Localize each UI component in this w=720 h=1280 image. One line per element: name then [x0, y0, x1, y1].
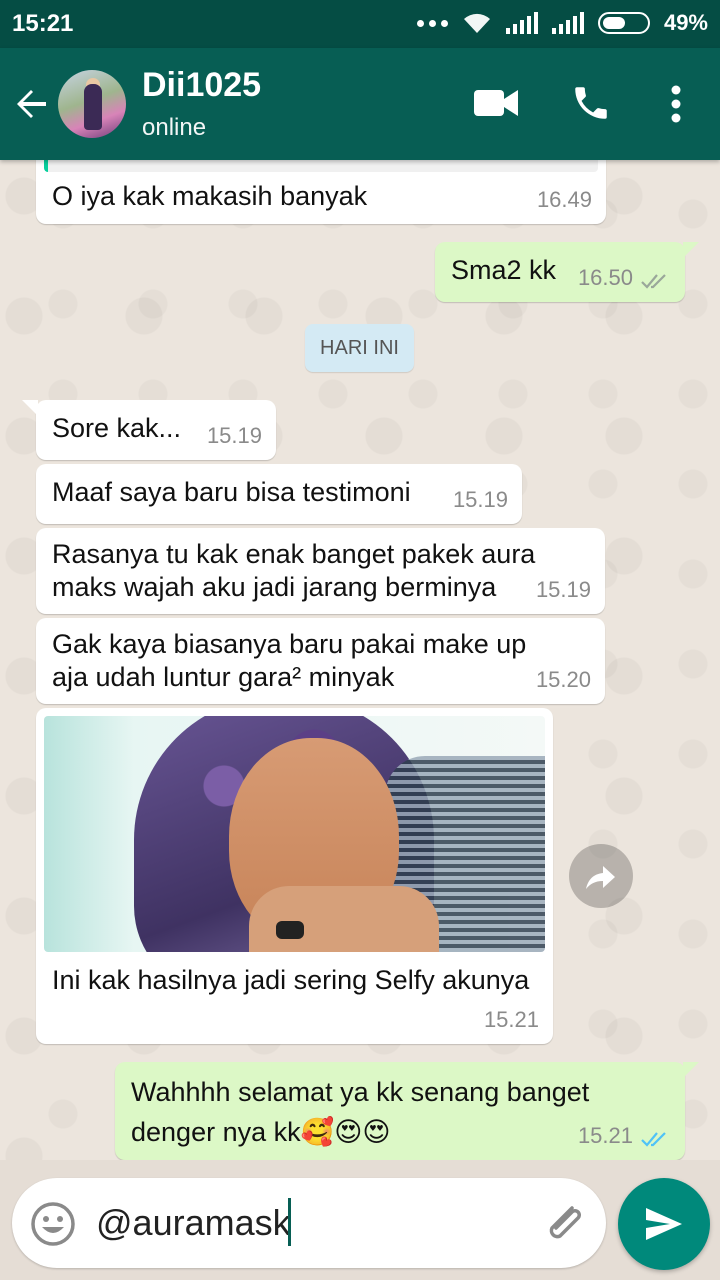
read-ticks-icon: [641, 1132, 666, 1147]
chat-header: Dii1025 online: [0, 48, 720, 160]
wifi-icon: [463, 13, 490, 33]
message-text: Maaf saya baru bisa testimoni: [52, 477, 411, 507]
message-bubble-outgoing[interactable]: Sma2 kk 16.50: [435, 242, 699, 302]
contact-presence: online: [142, 114, 207, 141]
attach-icon[interactable]: [542, 1202, 586, 1244]
message-text: O iya kak makasih banyak: [52, 181, 368, 211]
message-bubble-incoming[interactable]: O iya kak makasih banyak 16.49: [36, 160, 606, 224]
message-time: 15.19: [206, 423, 262, 448]
emoji-icon[interactable]: [30, 1201, 76, 1247]
signal-icon-sim2: [551, 12, 584, 34]
chat-thread[interactable]: O iya kak makasih banyak 16.49 Sma2 kk 1…: [0, 160, 720, 1160]
battery-icon: [597, 12, 650, 34]
message-time: 15.19: [452, 487, 508, 512]
message-time: 15.21: [483, 1007, 539, 1032]
message-time: 16.50: [577, 265, 633, 290]
message-bubble-incoming[interactable]: Gak kaya biasanya baru pakai make up aja…: [36, 618, 605, 704]
image-caption: Ini kak hasilnya jadi sering Selfy akuny…: [52, 965, 530, 995]
message-text: Gak kaya biasanya baru pakai make up aja…: [52, 629, 527, 692]
message-time: 16.49: [536, 187, 592, 212]
message-bubble-outgoing[interactable]: Wahhhh selamat ya kk senang banget denge…: [115, 1062, 699, 1160]
shared-photo[interactable]: [44, 716, 545, 952]
message-time: 15.19: [535, 577, 591, 602]
status-icons: 49%: [416, 10, 708, 36]
voice-call-icon[interactable]: [570, 82, 612, 124]
message-input[interactable]: [96, 1200, 516, 1246]
forward-icon: [586, 866, 615, 889]
day-separator: HARI INI: [305, 324, 414, 372]
status-time: 15:21: [12, 10, 74, 37]
signal-icon-sim1: [505, 12, 538, 34]
send-icon: [646, 1208, 682, 1240]
status-bar: 15:21 49%: [0, 0, 720, 48]
text-caret: [288, 1198, 291, 1246]
message-bubble-incoming-image[interactable]: Ini kak hasilnya jadi sering Selfy akuny…: [36, 708, 553, 1044]
overflow-menu-icon[interactable]: [668, 84, 684, 124]
message-composer: [12, 1178, 606, 1268]
contact-avatar[interactable]: [58, 70, 126, 138]
message-bubble-incoming[interactable]: Sore kak... 15.19: [22, 400, 276, 460]
forward-button[interactable]: [569, 844, 633, 908]
contact-name[interactable]: Dii1025: [142, 66, 261, 105]
message-bubble-incoming[interactable]: Maaf saya baru bisa testimoni 15.19: [36, 464, 522, 524]
back-arrow-icon[interactable]: [14, 86, 50, 122]
message-bubble-incoming[interactable]: Rasanya tu kak enak banget pakek aura ma…: [36, 528, 605, 614]
message-text: Rasanya tu kak enak banget pakek aura ma…: [52, 539, 536, 602]
more-notifications-icon: [416, 19, 448, 27]
quoted-message-preview: [44, 160, 598, 172]
message-text: Sore kak...: [52, 413, 182, 443]
battery-percent: 49%: [663, 10, 708, 35]
delivered-ticks-icon: [641, 274, 666, 289]
message-time: 15.20: [535, 667, 591, 692]
message-text: Sma2 kk: [451, 255, 557, 285]
send-button[interactable]: [618, 1178, 710, 1270]
video-call-icon[interactable]: [474, 88, 518, 118]
message-text: Wahhhh selamat ya kk senang banget denge…: [131, 1077, 590, 1147]
message-time: 15.21: [577, 1123, 633, 1148]
